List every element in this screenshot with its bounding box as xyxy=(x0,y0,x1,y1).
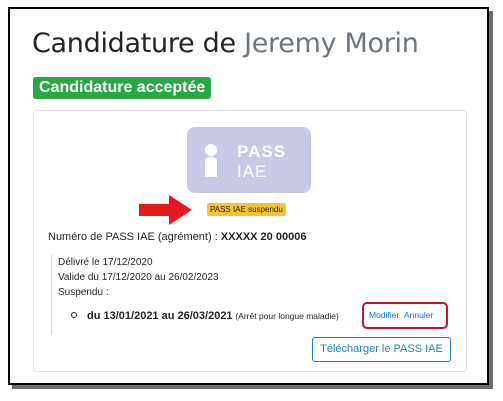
modify-suspension-link[interactable]: Modifier xyxy=(369,310,399,320)
download-pass-button[interactable]: Télécharger le PASS IAE xyxy=(312,337,451,362)
application-status-badge: Candidature acceptée xyxy=(33,77,212,99)
pass-number-line: Numéro de PASS IAE (agrément) : XXXXX 20… xyxy=(48,231,306,243)
page-title: Candidature de Jeremy Morin xyxy=(32,28,419,59)
pass-number-label: Numéro de PASS IAE (agrément) : xyxy=(48,231,221,243)
pass-iae-logo: PASS IAE xyxy=(187,127,311,193)
pass-logo-text-pass: PASS xyxy=(237,142,287,161)
cancel-suspension-link[interactable]: Annuler xyxy=(404,310,433,320)
validity-period: Valide du 17/12/2020 au 26/02/2023 xyxy=(58,272,219,283)
pass-status-badge: PASS IAE suspendu xyxy=(207,203,286,216)
pass-logo-text-iae: IAE xyxy=(237,162,268,181)
pass-number-value: XXXXX 20 00006 xyxy=(220,231,307,243)
candidate-name: Jeremy Morin xyxy=(244,28,419,59)
page-title-prefix: Candidature de xyxy=(32,28,245,59)
delivered-date: Délivré le 17/12/2020 xyxy=(58,257,153,268)
bullet-icon xyxy=(71,312,77,319)
suspension-period: du 13/01/2021 au 26/03/2021 xyxy=(87,310,233,322)
person-icon xyxy=(205,144,217,177)
red-arrow-icon xyxy=(139,195,192,225)
suspension-list-item: du 13/01/2021 au 26/03/2021 (Arrêt pour … xyxy=(71,310,339,322)
suspended-label: Suspendu : xyxy=(58,287,109,298)
suspension-reason: (Arrêt pour longue maladie) xyxy=(235,311,339,321)
